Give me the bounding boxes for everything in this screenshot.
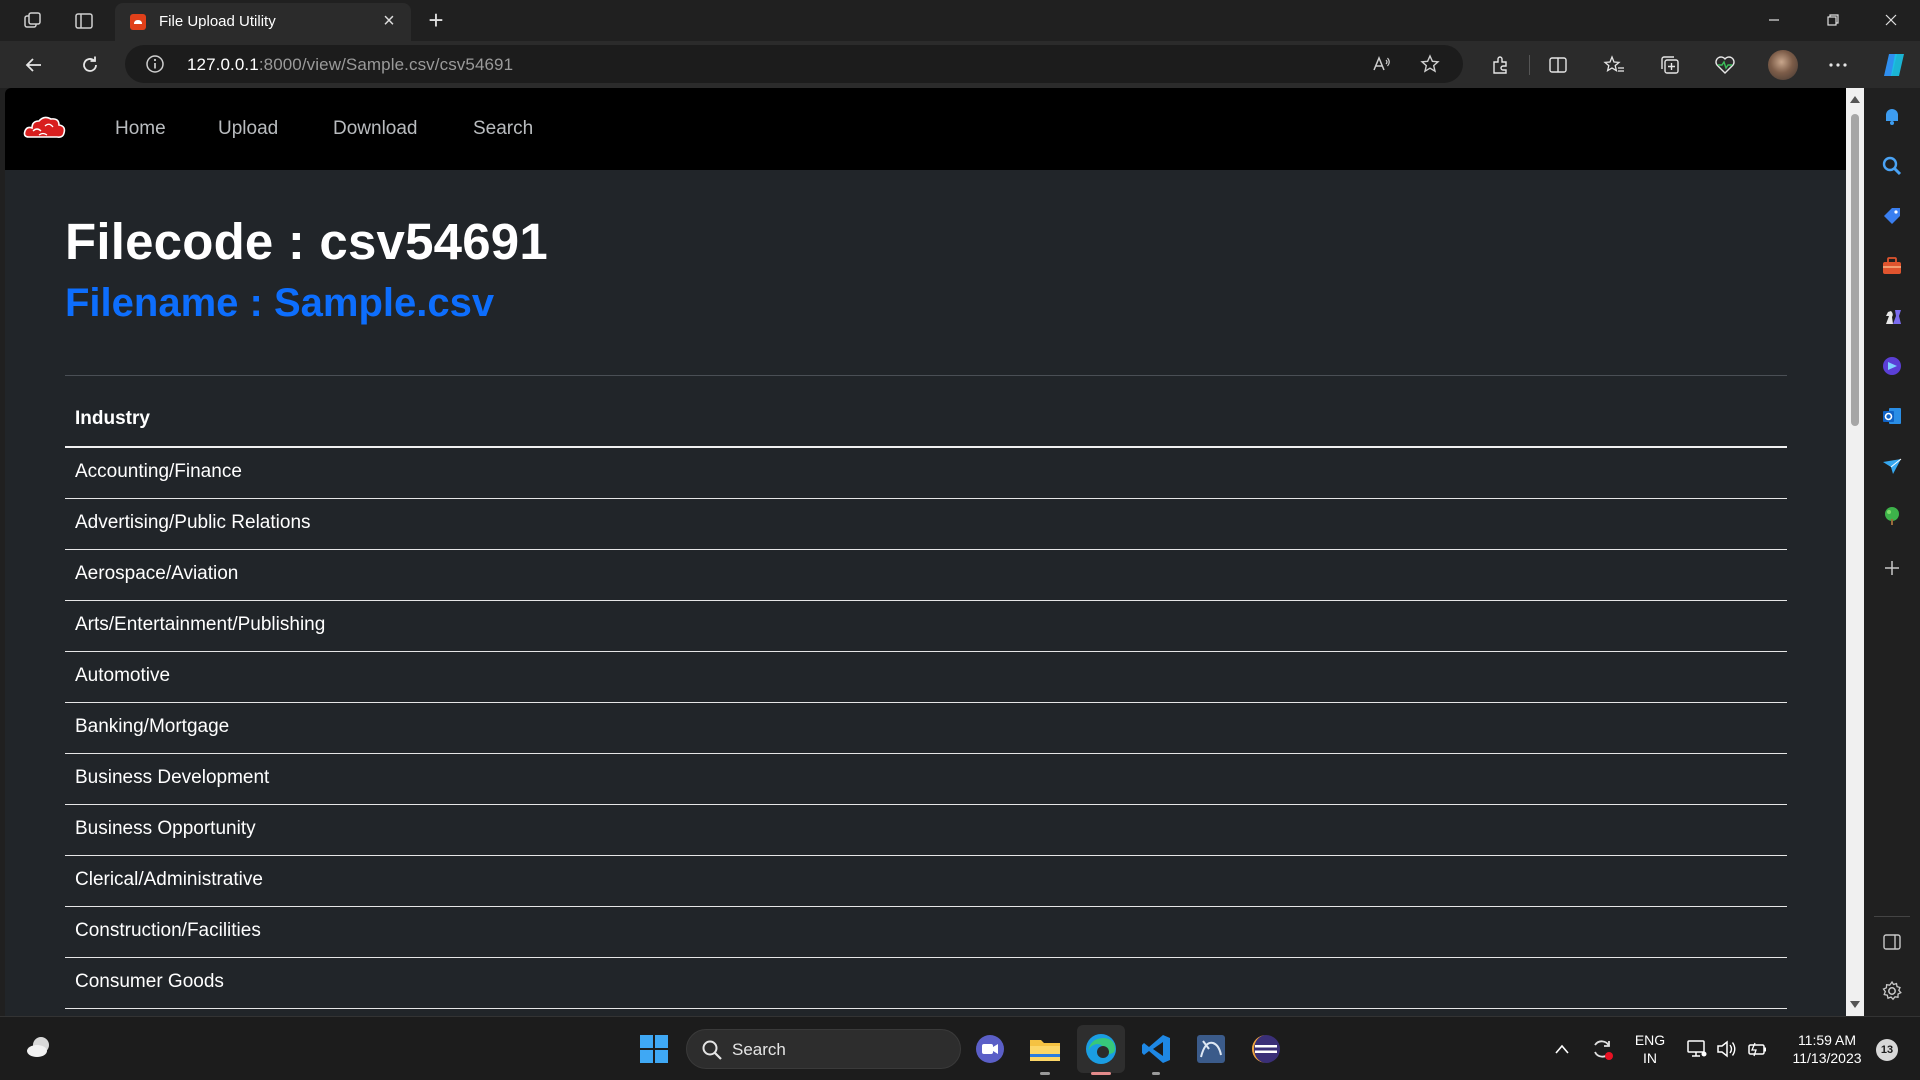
table-row: Banking/Mortgage xyxy=(65,703,1787,754)
copilot-icon[interactable] xyxy=(1878,49,1910,81)
table-row: Accounting/Finance xyxy=(65,448,1787,499)
refresh-icon[interactable] xyxy=(74,49,106,81)
cloud-logo-icon[interactable] xyxy=(23,110,67,146)
tab-close-icon[interactable]: × xyxy=(377,9,401,33)
table-row: Aerospace/Aviation xyxy=(65,550,1787,601)
site-favicon-icon xyxy=(130,14,146,30)
minimize-icon[interactable] xyxy=(1745,0,1803,40)
workspaces-icon[interactable] xyxy=(20,8,46,34)
nav-search[interactable]: Search xyxy=(473,118,533,140)
page-scrollbar[interactable] xyxy=(1846,88,1864,1016)
vscode-running-indicator xyxy=(1152,1072,1160,1075)
notification-badge[interactable]: 13 xyxy=(1876,1039,1898,1061)
restore-icon[interactable] xyxy=(1804,0,1862,40)
tab-title: File Upload Utility xyxy=(159,13,276,30)
table-row: Construction/Facilities xyxy=(65,907,1787,958)
table-row: Advertising/Public Relations xyxy=(65,499,1787,550)
table-row: Arts/Entertainment/Publishing xyxy=(65,601,1787,652)
table-row: Business Development xyxy=(65,754,1787,805)
edge-browser-icon[interactable] xyxy=(1083,1031,1119,1067)
taskbar-search-label: Search xyxy=(732,1040,786,1059)
site-info-icon[interactable] xyxy=(145,54,165,74)
search-icon[interactable] xyxy=(1880,154,1904,178)
sidebar-toggle-icon[interactable] xyxy=(1880,930,1904,954)
explorer-running-indicator xyxy=(1040,1072,1050,1075)
browser-toolbar: 127.0.0.1:8000/view/Sample.csv/csv54691 xyxy=(0,41,1920,88)
clock-date: 11/13/2023 xyxy=(1792,1050,1862,1066)
chess-icon[interactable] xyxy=(1880,304,1904,328)
add-icon[interactable] xyxy=(1880,556,1904,580)
outlook-icon[interactable] xyxy=(1880,404,1904,428)
data-table: Industry Accounting/Finance Advertising/… xyxy=(65,404,1787,1009)
clock[interactable]: 11:59 AM 11/13/2023 xyxy=(1783,1031,1871,1067)
split-screen-icon[interactable] xyxy=(1542,49,1574,81)
address-bar[interactable]: 127.0.0.1:8000/view/Sample.csv/csv54691 xyxy=(125,45,1463,83)
table-row: Automotive xyxy=(65,652,1787,703)
taskbar-search-icon xyxy=(702,1040,722,1060)
clock-time: 11:59 AM xyxy=(1797,1032,1857,1048)
toolbar-separator xyxy=(1529,55,1530,75)
bell-icon[interactable] xyxy=(1880,104,1904,128)
table-row: Clerical/Administrative xyxy=(65,856,1787,907)
table-header: Industry xyxy=(65,404,1787,448)
file-explorer-icon[interactable] xyxy=(1027,1031,1063,1067)
settings-icon[interactable] xyxy=(1880,979,1904,1003)
url-host: 127.0.0.1 xyxy=(187,55,259,74)
eclipse-icon[interactable] xyxy=(1248,1031,1284,1067)
toolbox-icon[interactable] xyxy=(1880,254,1904,278)
favorite-star-icon[interactable] xyxy=(1418,52,1442,76)
weather-icon[interactable] xyxy=(22,1029,58,1065)
sync-alert-icon[interactable] xyxy=(1584,1031,1620,1067)
scrollbar-thumb[interactable] xyxy=(1851,114,1859,426)
vertical-tabs-icon[interactable] xyxy=(71,8,97,34)
new-tab-button[interactable]: + xyxy=(421,6,451,36)
nav-download[interactable]: Download xyxy=(333,118,418,140)
edge-sidebar xyxy=(1864,88,1920,1016)
back-icon[interactable] xyxy=(18,49,50,81)
web-page: Home Upload Download Search Filecode : c… xyxy=(5,88,1846,1016)
site-navbar: Home Upload Download Search xyxy=(5,88,1846,170)
table-row: Consumer Goods xyxy=(65,958,1787,1009)
region-code: IN xyxy=(1643,1050,1657,1066)
scroll-up-arrow-icon[interactable] xyxy=(1850,96,1860,103)
collections-icon[interactable] xyxy=(1654,49,1686,81)
mysql-workbench-icon[interactable] xyxy=(1193,1031,1229,1067)
scroll-down-arrow-icon[interactable] xyxy=(1850,1001,1860,1008)
favorites-icon[interactable] xyxy=(1598,49,1630,81)
copilot-designer-icon[interactable] xyxy=(1880,354,1904,378)
page-title: Filecode : csv54691 xyxy=(65,213,548,270)
start-windows-icon[interactable] xyxy=(636,1031,672,1067)
more-options-icon[interactable] xyxy=(1822,49,1854,81)
taskbar-search-box[interactable]: Search xyxy=(686,1029,961,1069)
tree-icon[interactable] xyxy=(1880,504,1904,528)
tag-icon[interactable] xyxy=(1880,204,1904,228)
close-window-icon[interactable] xyxy=(1862,0,1920,40)
nav-home[interactable]: Home xyxy=(115,118,166,140)
url-text: 127.0.0.1:8000/view/Sample.csv/csv54691 xyxy=(187,55,513,75)
extensions-icon[interactable] xyxy=(1484,49,1516,81)
chevron-up-icon[interactable] xyxy=(1544,1031,1580,1067)
battery-icon[interactable] xyxy=(1739,1031,1775,1067)
windows-taskbar: Search ENG IN 11:59 AM 11/13/2023 13 xyxy=(0,1016,1920,1080)
profile-avatar[interactable] xyxy=(1768,50,1798,80)
sidebar-separator xyxy=(1874,916,1910,917)
nav-upload[interactable]: Upload xyxy=(218,118,278,140)
browser-essentials-icon[interactable] xyxy=(1709,49,1741,81)
meet-now-icon[interactable] xyxy=(972,1031,1008,1067)
url-path: :8000/view/Sample.csv/csv54691 xyxy=(258,55,514,74)
browser-title-bar: File Upload Utility × + xyxy=(0,0,1920,41)
language-code: ENG xyxy=(1634,1032,1666,1048)
send-icon[interactable] xyxy=(1880,454,1904,478)
page-subtitle: Filename : Sample.csv xyxy=(65,281,495,325)
table-row: Business Opportunity xyxy=(65,805,1787,856)
section-divider xyxy=(65,375,1787,376)
language-indicator[interactable]: ENG IN xyxy=(1627,1031,1673,1067)
browser-tab[interactable]: File Upload Utility × xyxy=(115,3,411,41)
read-aloud-icon[interactable] xyxy=(1370,52,1394,76)
edge-active-indicator xyxy=(1091,1072,1111,1075)
vscode-icon[interactable] xyxy=(1138,1031,1174,1067)
